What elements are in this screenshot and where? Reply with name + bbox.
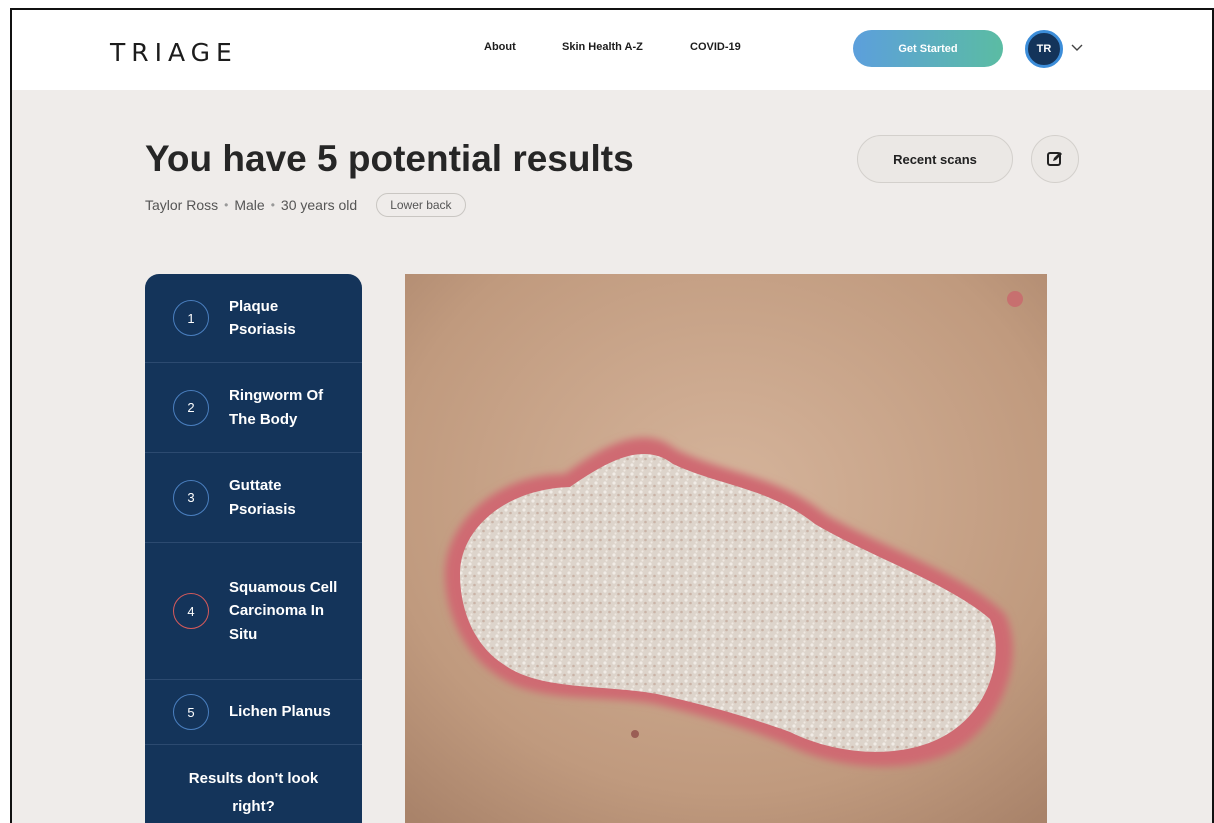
skin-lesion-photo xyxy=(405,274,1047,823)
result-item-2[interactable]: 2 Ringworm Of The Body xyxy=(145,363,362,453)
result-number: 5 xyxy=(173,694,209,730)
result-item-4[interactable]: 4 Squamous Cell Carcinoma In Situ xyxy=(145,543,362,680)
nav-covid-link[interactable]: COVID-19 xyxy=(690,41,741,53)
top-navigation-bar: TRIAGE About Skin Health A-Z COVID-19 Ge… xyxy=(12,10,1212,90)
result-item-5[interactable]: 5 Lichen Planus xyxy=(145,680,362,745)
result-label: Ringworm Of The Body xyxy=(229,387,324,428)
patient-name: Taylor Ross xyxy=(145,197,219,213)
result-label: Guttate Psoriasis xyxy=(229,477,296,518)
result-label: Plaque Psoriasis xyxy=(229,297,296,339)
result-item-1[interactable]: 1 Plaque Psoriasis xyxy=(145,274,362,363)
skin-scan-image xyxy=(405,274,1047,823)
nav-skin-health-link[interactable]: Skin Health A-Z xyxy=(562,41,643,53)
recent-scans-button[interactable]: Recent scans xyxy=(857,135,1013,183)
results-list: 1 Plaque Psoriasis 2 Ringworm Of The Bod… xyxy=(145,274,362,823)
user-avatar[interactable]: TR xyxy=(1025,30,1063,68)
separator-dot: • xyxy=(270,198,275,212)
get-started-button[interactable]: Get Started xyxy=(853,30,1003,67)
result-number: 4 xyxy=(173,593,209,629)
result-number: 3 xyxy=(173,479,209,516)
browser-frame: TRIAGE About Skin Health A-Z COVID-19 Ge… xyxy=(10,8,1214,823)
patient-sex: Male xyxy=(234,197,265,213)
result-item-3[interactable]: 3 Guttate Psoriasis xyxy=(145,453,362,543)
nav-about-link[interactable]: About xyxy=(484,41,516,53)
result-number: 2 xyxy=(173,389,209,426)
edit-icon xyxy=(1047,152,1062,166)
chevron-down-icon[interactable] xyxy=(1070,40,1084,54)
body-location-tag: Lower back xyxy=(376,193,466,217)
patient-info: Taylor Ross • Male • 30 years old Lower … xyxy=(145,193,466,217)
separator-dot: • xyxy=(224,198,229,212)
patient-age: 30 years old xyxy=(280,197,358,213)
result-number: 1 xyxy=(173,300,209,336)
results-feedback-link[interactable]: Results don't look right? xyxy=(145,745,362,821)
feedback-text: Results don't look right? xyxy=(188,770,319,815)
result-label: Squamous Cell Carcinoma In Situ xyxy=(229,578,338,643)
page-title: You have 5 potential results xyxy=(145,138,634,179)
triage-logo[interactable]: TRIAGE xyxy=(110,38,238,67)
result-label: Lichen Planus xyxy=(229,703,331,721)
edit-button[interactable] xyxy=(1031,135,1079,183)
